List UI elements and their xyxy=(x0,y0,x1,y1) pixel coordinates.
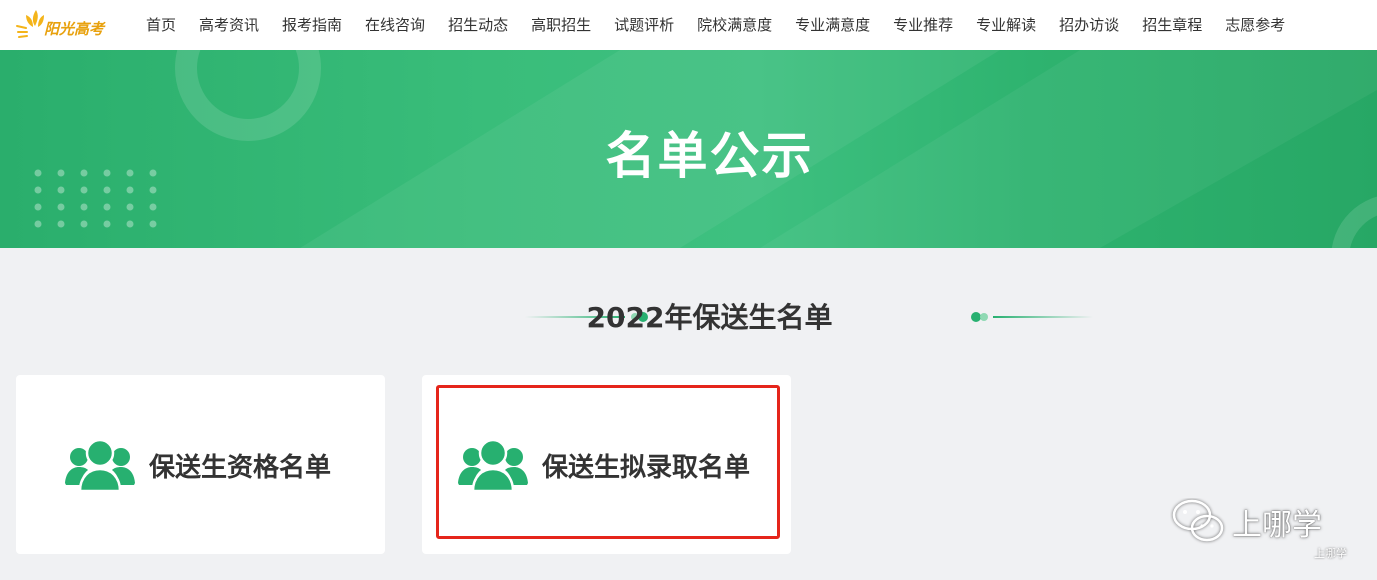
main-nav: 首页 高考资讯 报考指南 在线咨询 招生动态 高职招生 试题评析 院校满意度 专… xyxy=(134,0,1297,50)
users-icon xyxy=(65,438,135,493)
nav-item-admission-news[interactable]: 招生动态 xyxy=(437,0,520,50)
nav-item-major-explain[interactable]: 专业解读 xyxy=(965,0,1048,50)
card-label: 保送生资格名单 xyxy=(149,453,332,483)
nav-item-guide[interactable]: 报考指南 xyxy=(271,0,354,50)
banner: 名单公示 xyxy=(0,50,1377,248)
nav-item-major-recommend[interactable]: 专业推荐 xyxy=(882,0,965,50)
nav-item-volunteer-ref[interactable]: 志愿参考 xyxy=(1214,0,1297,50)
nav-item-school-satisfaction[interactable]: 院校满意度 xyxy=(686,0,784,50)
top-navigation-bar: 阳光高考 首页 高考资讯 报考指南 在线咨询 招生动态 高职招生 试题评析 院校… xyxy=(0,0,1377,50)
nav-item-consult[interactable]: 在线咨询 xyxy=(354,0,437,50)
watermark-text: 上哪学 xyxy=(1232,508,1322,543)
nav-item-vocational[interactable]: 高职招生 xyxy=(520,0,603,50)
nav-item-regulations[interactable]: 招生章程 xyxy=(1131,0,1214,50)
card-qualification-list[interactable]: 保送生资格名单 xyxy=(16,375,385,554)
nav-item-news[interactable]: 高考资讯 xyxy=(188,0,271,50)
nav-item-home[interactable]: 首页 xyxy=(134,0,188,50)
banner-title: 名单公示 xyxy=(605,127,814,185)
nav-item-major-satisfaction[interactable]: 专业满意度 xyxy=(784,0,882,50)
section-title: 2022年保送生名单 xyxy=(586,301,833,334)
watermark-small-text: 上哪学 xyxy=(1314,547,1347,560)
nav-item-interviews[interactable]: 招办访谈 xyxy=(1048,0,1131,50)
highlight-box xyxy=(436,385,780,539)
site-logo[interactable]: 阳光高考 xyxy=(14,6,114,44)
logo-text: 阳光高考 xyxy=(44,20,105,38)
heading-decoration-right xyxy=(971,312,1093,322)
nav-item-exam-review[interactable]: 试题评析 xyxy=(603,0,686,50)
